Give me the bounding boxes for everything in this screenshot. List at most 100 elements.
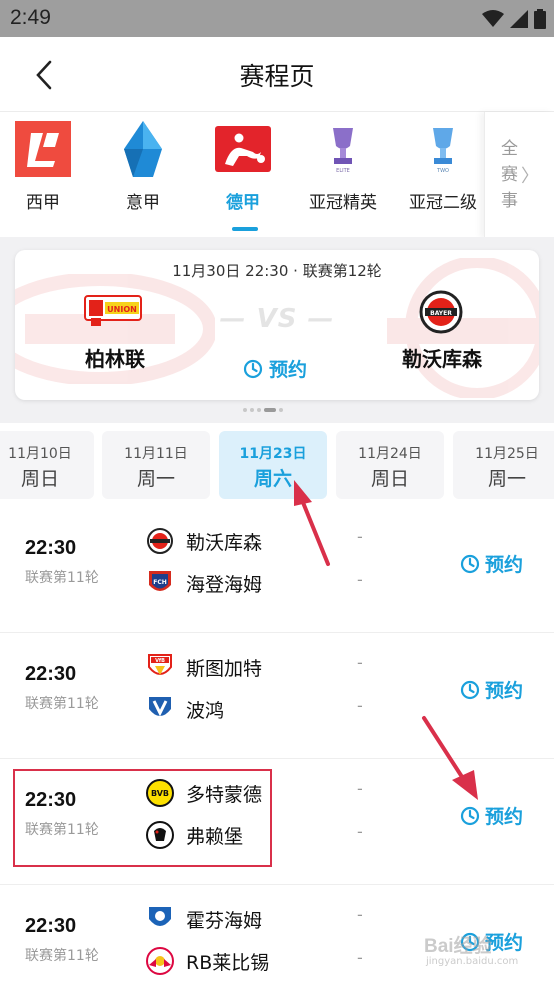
svg-text:VfB: VfB (155, 658, 165, 664)
carousel-dot (250, 408, 254, 412)
reserve-button[interactable]: 预约 (460, 802, 523, 829)
home-team: VfB 斯图加特 (146, 652, 262, 682)
league-label: 西甲 (26, 193, 60, 213)
serie-a-logo-icon (114, 120, 172, 178)
tab-serie-a[interactable]: 意甲 (93, 112, 193, 238)
league-tabs: 西甲 意甲 德甲 ELITE 亚冠精英 TWO 亚冠二级 全赛事 〉 (0, 111, 554, 238)
carousel-dot (243, 408, 247, 412)
status-icons (482, 9, 546, 29)
date-day: 11月10日 (8, 446, 72, 462)
away-score: - (357, 570, 363, 589)
home-score: - (357, 653, 363, 672)
tab-afc-two[interactable]: TWO 亚冠二级 (393, 112, 493, 238)
match-time: 22:30 (25, 537, 77, 559)
team-name: RB莱比锡 (186, 951, 270, 974)
baidu-watermark-url: jingyan.baidu.com (426, 956, 519, 967)
match-round: 联赛第11轮 (25, 570, 99, 586)
home-score: - (357, 527, 363, 546)
team-name: 斯图加特 (186, 657, 263, 680)
away-score: - (357, 948, 363, 967)
clock-icon (460, 554, 480, 573)
team-name: 勒沃库森 (186, 531, 263, 554)
featured-match-meta: 11月30日 22:30 · 联赛第12轮 (172, 262, 382, 280)
date-tab[interactable]: 11月11日 周一 (102, 431, 210, 499)
afc-two-logo-icon: TWO (414, 120, 472, 178)
date-weekday: 周一 (487, 468, 526, 490)
date-tab[interactable]: 11月25日 周一 (453, 431, 554, 499)
tab-afc-elite[interactable]: ELITE 亚冠精英 (293, 112, 393, 238)
status-bar: 2:49 (0, 0, 554, 37)
reserve-label: 预约 (485, 680, 524, 702)
away-team: RB莱比锡 (146, 946, 269, 976)
all-events-button[interactable]: 全赛事 〉 (484, 112, 554, 238)
tab-bundesliga[interactable]: 德甲 (193, 112, 293, 238)
featured-away-team: 勒沃库森 (402, 347, 482, 371)
clock-icon (460, 680, 480, 699)
leverkusen-logo-icon: BAYER (419, 290, 463, 334)
tab-laliga[interactable]: 西甲 (0, 112, 93, 238)
carousel-indicator (243, 408, 283, 412)
carousel-dot-active (264, 408, 276, 412)
heidenheim-logo-icon: FCH (146, 569, 174, 597)
league-label: 亚冠精英 (309, 193, 377, 213)
top-bar: 赛程页 (0, 37, 554, 111)
date-weekday: 周六 (253, 468, 292, 490)
status-time: 2:49 (10, 6, 51, 29)
wifi-icon (482, 10, 504, 27)
clock-icon (460, 806, 480, 825)
date-strip: 11月10日 周日 11月11日 周一 11月23日 周六 11月24日 周日 … (0, 423, 554, 507)
featured-home-team: 柏林联 (85, 347, 145, 371)
match-round: 联赛第11轮 (25, 696, 99, 712)
away-team: FCH 海登海姆 (146, 568, 262, 598)
away-score: - (357, 822, 363, 841)
reserve-button[interactable]: 预约 (460, 550, 523, 577)
home-score: - (357, 905, 363, 924)
battery-icon (534, 9, 546, 29)
date-tab[interactable]: 11月24日 周日 (336, 431, 444, 499)
match-round: 联赛第11轮 (25, 948, 99, 964)
bochum-logo-icon (146, 695, 174, 723)
league-label: 亚冠二级 (409, 193, 477, 213)
reserve-label: 预约 (485, 554, 524, 576)
featured-match-card[interactable]: 11月30日 22:30 · 联赛第12轮 UNION — VS — BAYER… (15, 250, 539, 400)
match-row[interactable]: 22:30 联赛第11轮 VfB 斯图加特 波鸿 - - 预约 (0, 633, 554, 759)
annotation-highlight-box (13, 769, 272, 867)
league-label: 意甲 (126, 193, 160, 213)
carousel-dot (257, 408, 261, 412)
date-tab[interactable]: 11月10日 周日 (0, 431, 94, 499)
date-weekday: 周一 (136, 468, 175, 490)
date-day: 11月11日 (124, 446, 188, 462)
reserve-button[interactable]: 预约 (460, 676, 523, 703)
svg-text:ELITE: ELITE (336, 168, 350, 174)
featured-reserve-button[interactable]: 预约 (243, 355, 307, 382)
baidu-watermark: Bai经验 (424, 936, 492, 957)
date-weekday: 周日 (20, 468, 59, 490)
team-name: 海登海姆 (186, 573, 263, 596)
match-row[interactable]: 22:30 联赛第11轮 勒沃库森 FCH 海登海姆 - - 预约 (0, 507, 554, 633)
reserve-label: 预约 (485, 806, 524, 828)
svg-text:BAYER: BAYER (430, 310, 452, 317)
svg-text:FCH: FCH (153, 579, 167, 586)
signal-icon (510, 10, 528, 28)
all-events-label: 全赛事 (501, 139, 518, 211)
carousel-dot (279, 408, 283, 412)
date-tab-selected[interactable]: 11月23日 周六 (219, 431, 327, 499)
date-day: 11月24日 (358, 446, 422, 462)
date-day: 11月25日 (475, 446, 539, 462)
leverkusen-logo-icon (146, 527, 174, 555)
hoffenheim-logo-icon (146, 905, 174, 933)
laliga-logo-icon (14, 120, 72, 178)
active-tab-indicator (232, 227, 258, 231)
home-team: 勒沃库森 (146, 526, 262, 556)
svg-text:TWO: TWO (436, 168, 449, 174)
clock-icon (243, 359, 263, 378)
home-score: - (357, 779, 363, 798)
afc-elite-logo-icon: ELITE (314, 120, 372, 178)
league-label: 德甲 (226, 193, 260, 213)
away-score: - (357, 696, 363, 715)
team-name: 霍芬海姆 (186, 909, 263, 932)
date-day: 11月23日 (239, 446, 307, 462)
chevron-right-icon: 〉 (521, 166, 539, 187)
team-name: 波鸿 (186, 699, 225, 722)
reserve-label: 预约 (269, 359, 308, 381)
